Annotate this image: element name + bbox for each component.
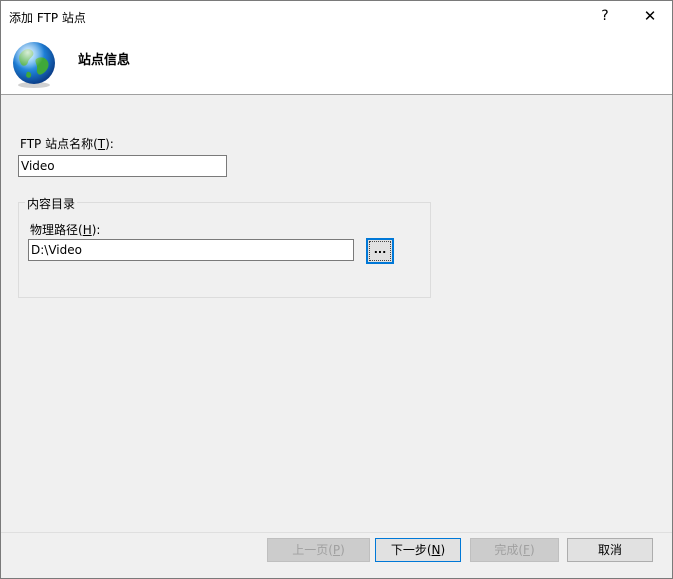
site-name-input[interactable]: Video [18,155,227,177]
wizard-header: 站点信息 [1,31,672,95]
physical-path-input[interactable]: D:\Video [28,239,354,261]
content-directory-group: 内容目录 物理路径(H): D:\Video ... [18,195,431,298]
footer-divider [1,532,672,533]
wizard-content: FTP 站点名称(T): Video 内容目录 物理路径(H): D:\Vide… [1,95,672,578]
add-ftp-site-dialog: 添加 FTP 站点 ? ✕ 站点信息 FTP 站点名称(T): Video 内容… [0,0,673,579]
page-title: 站点信息 [78,53,131,68]
site-name-label: FTP 站点名称(T): [20,137,114,151]
window-title: 添加 FTP 站点 [9,11,86,25]
browse-button[interactable]: ... [366,238,394,264]
previous-button[interactable]: 上一页(P) [267,538,370,562]
cancel-button[interactable]: 取消 [567,538,653,562]
browse-button-label: ... [369,241,391,261]
physical-path-label: 物理路径(H): [30,223,101,237]
globe-icon [13,42,55,88]
next-button[interactable]: 下一步(N) [375,538,461,562]
help-button[interactable]: ? [590,4,620,28]
title-bar: 添加 FTP 站点 ? ✕ [1,1,672,31]
content-directory-legend: 内容目录 [25,195,78,212]
close-button[interactable]: ✕ [635,4,665,28]
finish-button[interactable]: 完成(F) [470,538,559,562]
